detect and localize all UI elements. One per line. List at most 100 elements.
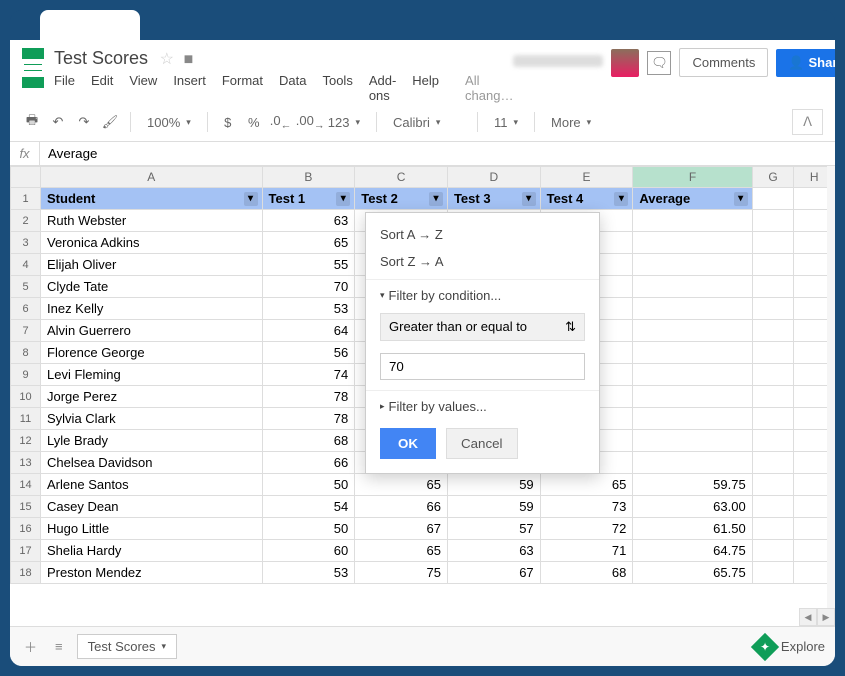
cell-average[interactable] (633, 430, 752, 452)
all-changes-saved[interactable]: All chang… (465, 73, 513, 103)
header-cell-test 2[interactable]: Test 2▾ (355, 188, 448, 210)
print-icon[interactable]: 🖶 (22, 111, 42, 133)
cell-test1[interactable]: 63 (262, 210, 355, 232)
cell[interactable] (752, 210, 794, 232)
scroll-right-icon[interactable]: ▶ (817, 608, 835, 626)
cell-test4[interactable]: 72 (540, 518, 633, 540)
menu-edit[interactable]: Edit (91, 73, 113, 103)
column-header-F[interactable]: F (633, 167, 752, 188)
row-header-16[interactable]: 16 (11, 518, 41, 540)
cell-average[interactable]: 63.00 (633, 496, 752, 518)
cell-student[interactable]: Inez Kelly (41, 298, 263, 320)
font-size-select[interactable]: 11 (488, 113, 524, 132)
menu-help[interactable]: Help (412, 73, 439, 103)
row-header-9[interactable]: 9 (11, 364, 41, 386)
cell-test4[interactable]: 68 (540, 562, 633, 584)
cell-student[interactable]: Hugo Little (41, 518, 263, 540)
filter-by-values-toggle[interactable]: ▸Filter by values... (366, 395, 599, 418)
cell-average[interactable]: 64.75 (633, 540, 752, 562)
row-header-10[interactable]: 10 (11, 386, 41, 408)
number-format-select[interactable]: 123 (322, 113, 366, 132)
cell-test1[interactable]: 55 (262, 254, 355, 276)
cell-student[interactable]: Shelia Hardy (41, 540, 263, 562)
cell-average[interactable]: 59.75 (633, 474, 752, 496)
cell-student[interactable]: Alvin Guerrero (41, 320, 263, 342)
cell-test1[interactable]: 56 (262, 342, 355, 364)
condition-select[interactable]: Greater than or equal to⇅ (380, 313, 585, 341)
cell[interactable] (752, 320, 794, 342)
sort-za-item[interactable]: Sort Z → A (366, 248, 599, 275)
cell[interactable] (752, 254, 794, 276)
cell-test1[interactable]: 78 (262, 408, 355, 430)
filter-icon[interactable]: ▾ (614, 192, 628, 206)
column-header-B[interactable]: B (262, 167, 355, 188)
cell[interactable] (752, 496, 794, 518)
cell-average[interactable] (633, 342, 752, 364)
cell[interactable] (752, 276, 794, 298)
cell-average[interactable] (633, 276, 752, 298)
paint-format-icon[interactable]: 🖌 (100, 114, 120, 130)
row-header-1[interactable]: 1 (11, 188, 41, 210)
cell-student[interactable]: Levi Fleming (41, 364, 263, 386)
cell-average[interactable]: 61.50 (633, 518, 752, 540)
cell-student[interactable]: Elijah Oliver (41, 254, 263, 276)
cell-test1[interactable]: 74 (262, 364, 355, 386)
cell-average[interactable] (633, 320, 752, 342)
folder-icon[interactable]: ■ (184, 51, 194, 69)
zoom-select[interactable]: 100% (141, 113, 197, 132)
cell-average[interactable] (633, 386, 752, 408)
menu-file[interactable]: File (54, 73, 75, 103)
filter-icon[interactable]: ▾ (734, 192, 748, 206)
cell-test1[interactable]: 68 (262, 430, 355, 452)
cell-test2[interactable]: 66 (355, 496, 448, 518)
cell-test1[interactable]: 66 (262, 452, 355, 474)
cell-test1[interactable]: 60 (262, 540, 355, 562)
column-header-G[interactable]: G (752, 167, 794, 188)
font-select[interactable]: Calibri (387, 113, 467, 132)
cancel-button[interactable]: Cancel (446, 428, 518, 459)
filter-icon[interactable]: ▾ (336, 192, 350, 206)
chat-icon[interactable]: 🗨 (647, 51, 671, 75)
cell[interactable] (752, 408, 794, 430)
cell-average[interactable] (633, 364, 752, 386)
row-header-4[interactable]: 4 (11, 254, 41, 276)
header-cell-test 4[interactable]: Test 4▾ (540, 188, 633, 210)
row-header-2[interactable]: 2 (11, 210, 41, 232)
share-button[interactable]: 👤Share (776, 49, 835, 77)
collapse-toolbar-icon[interactable]: ᐱ (792, 109, 823, 135)
cell[interactable] (752, 474, 794, 496)
document-title[interactable]: Test Scores (54, 48, 148, 69)
star-icon[interactable]: ☆ (160, 49, 174, 69)
cell-test3[interactable]: 63 (447, 540, 540, 562)
more-toolbar-button[interactable]: More (545, 113, 597, 132)
row-header-18[interactable]: 18 (11, 562, 41, 584)
cell-test3[interactable]: 67 (447, 562, 540, 584)
menu-tools[interactable]: Tools (322, 73, 352, 103)
redo-icon[interactable]: ↷ (74, 114, 94, 130)
cell[interactable] (752, 298, 794, 320)
sheet-tab-dropdown-icon[interactable]: ▾ (162, 641, 167, 652)
comments-button[interactable]: Comments (679, 48, 768, 77)
cell[interactable] (752, 562, 794, 584)
column-header-E[interactable]: E (540, 167, 633, 188)
cell[interactable] (752, 386, 794, 408)
decrease-decimal-button[interactable]: .0← (270, 113, 290, 132)
cell-average[interactable] (633, 210, 752, 232)
menu-insert[interactable]: Insert (173, 73, 206, 103)
all-sheets-button[interactable]: ≡ (51, 635, 67, 658)
cell-test4[interactable]: 65 (540, 474, 633, 496)
cell-test3[interactable]: 59 (447, 496, 540, 518)
cell-test2[interactable]: 65 (355, 474, 448, 496)
cell-student[interactable]: Jorge Perez (41, 386, 263, 408)
cell-student[interactable]: Veronica Adkins (41, 232, 263, 254)
cell-average[interactable]: 65.75 (633, 562, 752, 584)
cell[interactable] (752, 452, 794, 474)
undo-icon[interactable]: ↶ (48, 114, 68, 130)
cell-student[interactable]: Preston Mendez (41, 562, 263, 584)
menu-add-ons[interactable]: Add-ons (369, 73, 396, 103)
ok-button[interactable]: OK (380, 428, 436, 459)
cell[interactable] (752, 232, 794, 254)
cell-student[interactable]: Ruth Webster (41, 210, 263, 232)
cell-test3[interactable]: 59 (447, 474, 540, 496)
row-header-5[interactable]: 5 (11, 276, 41, 298)
